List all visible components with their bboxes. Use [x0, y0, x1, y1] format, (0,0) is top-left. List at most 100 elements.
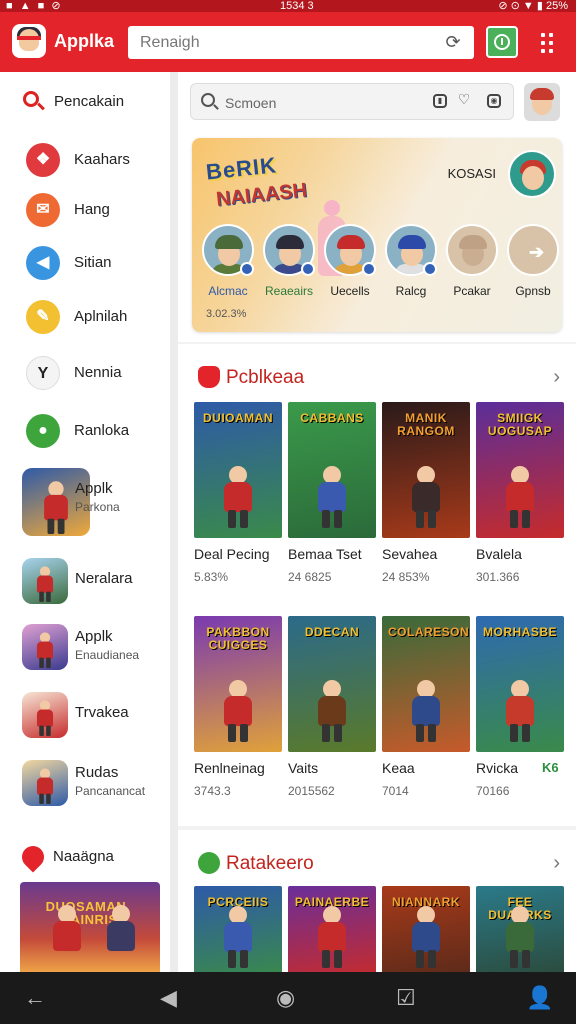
- sidebar-item-icon: ●: [26, 414, 60, 448]
- game-cover-art: SMIIGK UOGUSAP: [476, 402, 564, 538]
- filter-icon[interactable]: ▮: [433, 94, 447, 108]
- game-card[interactable]: PCRCEIIS: [194, 886, 284, 972]
- sidebar-item[interactable]: ◀ Sitian: [0, 246, 170, 286]
- game-character: [409, 680, 443, 742]
- status-right-icons: ⊘ ⊙ ▼ ▮ 25%: [498, 0, 568, 12]
- game-cover-art: MORHASBE: [476, 616, 564, 752]
- tasks-icon[interactable]: ☑: [396, 986, 416, 1010]
- creator-avatar[interactable]: Ralcg: [381, 224, 441, 302]
- game-card[interactable]: CABBANS Bemaa Tset 24 6825: [288, 402, 378, 588]
- sidebar-item[interactable]: Y Nennia: [0, 356, 170, 396]
- game-cover-title: CABBANS: [300, 411, 364, 425]
- creator-avatar[interactable]: Uecells: [320, 224, 380, 302]
- check-shield-icon: [198, 852, 220, 874]
- chevron-right-icon[interactable]: ›: [553, 366, 560, 389]
- gamepad-icon: [198, 366, 220, 388]
- game-card[interactable]: COLARESON Keaa 7014: [382, 616, 472, 802]
- sidebar-app-thumbnail: [22, 558, 68, 604]
- sidebar-app-label: Trvakea: [75, 704, 129, 721]
- profile-icon[interactable]: 👤: [526, 986, 553, 1010]
- featured-title-2: NAIAASH: [215, 179, 308, 211]
- sidebar-app[interactable]: Neralara: [0, 558, 170, 608]
- popular-edge-label: K6: [542, 760, 559, 775]
- camera-icon[interactable]: ◉: [487, 94, 501, 108]
- profile-avatar[interactable]: [524, 83, 560, 121]
- game-name: Keaa: [382, 760, 415, 776]
- game-card[interactable]: DDECAN Vaits 2015562: [288, 616, 378, 802]
- chevron-right-icon[interactable]: ›: [553, 852, 560, 875]
- ratings-section: Ratakeero › PCRCEIIS PAINAERBE NIANNARK FEE…: [178, 830, 576, 972]
- verified-badge-icon: [362, 262, 376, 276]
- creator-avatar[interactable]: Reaeairs: [259, 224, 319, 302]
- top-search-placeholder: Renaigh: [140, 34, 200, 51]
- sidebar-app[interactable]: Applk Parkona: [0, 468, 170, 540]
- sidebar-app[interactable]: Rudas Pancanancat: [0, 760, 170, 810]
- app-header: Applka Renaigh ⟳: [0, 12, 576, 72]
- download-clock-button[interactable]: [486, 26, 518, 58]
- featured-stat: 3.02.3%: [206, 308, 247, 320]
- game-character: [409, 906, 443, 968]
- game-character: [503, 680, 537, 742]
- game-meta: 70166: [476, 784, 510, 798]
- popular-title: Pcblkeaa: [226, 367, 305, 388]
- main-content: Scmoen ▮ ♡ ◉ BeRIK NAIAASH KOSASI Alcmac…: [178, 72, 576, 972]
- game-card[interactable]: MANIK RANGOM Sevahea 24 853%: [382, 402, 472, 588]
- creator-name: Pcakar: [453, 284, 491, 298]
- game-cover-art: DUIOAMAN: [194, 402, 282, 538]
- game-cover-art: NIANNARK: [382, 886, 470, 972]
- game-card[interactable]: PAKBBON CUIGGES Renlneinag 3743.3: [194, 616, 284, 802]
- game-meta: 3743.3: [194, 784, 231, 798]
- sidebar-item-icon: ❖: [26, 143, 60, 177]
- game-cover-art: PCRCEIIS: [194, 886, 282, 972]
- game-card[interactable]: FEE DUARRKS: [476, 886, 566, 972]
- refresh-icon[interactable]: ⟳: [442, 31, 464, 53]
- sidebar-app-label: Applk: [75, 480, 113, 497]
- featured-avatar[interactable]: [508, 150, 556, 198]
- game-character: [315, 906, 349, 968]
- sidebar-news-label: Naaägna: [53, 848, 114, 865]
- sidebar-item[interactable]: ● Ranloka: [0, 414, 170, 454]
- game-card[interactable]: DUIOAMAN Deal Pecing 5.83%: [194, 402, 284, 588]
- featured-right-label: KOSASI: [447, 166, 496, 181]
- creator-avatar[interactable]: Alcmac: [198, 224, 258, 302]
- game-card[interactable]: SMIIGK UOGUSAP Bvalela 301.366: [476, 402, 566, 588]
- sidebar-item[interactable]: ✉ Hang: [0, 193, 170, 233]
- sidebar-item[interactable]: ❖ Kaahars: [0, 143, 170, 183]
- creator-avatar[interactable]: ➔ Gpnsb: [503, 224, 562, 302]
- game-card[interactable]: PAINAERBE: [288, 886, 378, 972]
- featured-banner[interactable]: BeRIK NAIAASH KOSASI Alcmac Reaeairs Uecel…: [192, 138, 562, 332]
- sidebar-app-thumbnail: [22, 624, 68, 670]
- top-search-input[interactable]: Renaigh ⟳: [128, 26, 474, 59]
- sidebar-item-label: Aplnilah: [74, 308, 128, 325]
- game-cover-art: MANIK RANGOM: [382, 402, 470, 538]
- sidebar-promo-banner[interactable]: DUOSAMAN PAINRIS: [20, 882, 160, 977]
- creator-name: Ralcg: [395, 284, 427, 298]
- game-meta: 24 6825: [288, 570, 332, 584]
- main-search-input[interactable]: Scmoen ▮ ♡ ◉: [190, 83, 514, 120]
- sidebar-app-label: Applk: [75, 628, 113, 645]
- status-time: 1534 3: [280, 0, 314, 12]
- sidebar-app[interactable]: Applk Enaudianea: [0, 624, 170, 674]
- back-icon[interactable]: ←: [24, 986, 46, 1010]
- sidebar-app[interactable]: Trvakea: [0, 692, 170, 742]
- app-logo[interactable]: [12, 24, 46, 58]
- verified-badge-icon: [240, 262, 254, 276]
- game-name: Bvalela: [476, 546, 522, 562]
- game-meta: 2015562: [288, 784, 335, 798]
- sidebar-app-label: Neralara: [75, 570, 133, 587]
- creator-avatar[interactable]: Pcakar: [442, 224, 502, 302]
- heart-icon[interactable]: ♡: [457, 92, 471, 108]
- game-character: [315, 680, 349, 742]
- verified-badge-icon: [301, 262, 315, 276]
- sidebar-item[interactable]: ✎ Aplnilah: [0, 300, 170, 340]
- game-cover-art: PAKBBON CUIGGES: [194, 616, 282, 752]
- game-cover-title: MANIK RANGOM: [397, 411, 455, 438]
- sidebar-app-thumbnail: [22, 760, 68, 806]
- recents-icon[interactable]: ◀: [160, 986, 177, 1010]
- sidebar-item-label: Hang: [74, 201, 110, 218]
- more-menu-icon[interactable]: [538, 32, 560, 54]
- game-character: [221, 906, 255, 968]
- game-card[interactable]: NIANNARK: [382, 886, 472, 972]
- home-icon[interactable]: ◉: [276, 986, 295, 1010]
- game-name: Rvicka: [476, 760, 519, 776]
